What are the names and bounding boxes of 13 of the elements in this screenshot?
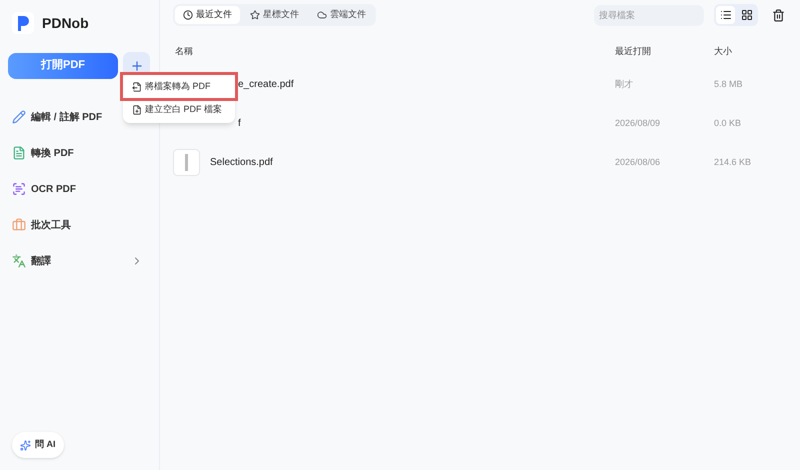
app-name: PDNob: [42, 14, 89, 32]
file-name: e_create.pdf: [238, 78, 294, 92]
file-name: f: [238, 117, 241, 131]
column-header: 最近打開: [615, 45, 652, 58]
table-cell-text: 0.0 KB: [714, 116, 742, 130]
column-header: 大小: [714, 45, 732, 58]
column-header: 名稱: [174, 45, 194, 58]
table-cell-text: 5.8 MB: [714, 78, 743, 91]
file-name: Selections.pdf: [210, 156, 273, 170]
table-cell-text: 剛才: [615, 78, 634, 91]
table-cell-text: 214.6 KB: [714, 156, 752, 169]
table-cell-text: 2026/08/06: [615, 156, 662, 169]
table-cell-text: 2026/08/09: [615, 116, 662, 130]
